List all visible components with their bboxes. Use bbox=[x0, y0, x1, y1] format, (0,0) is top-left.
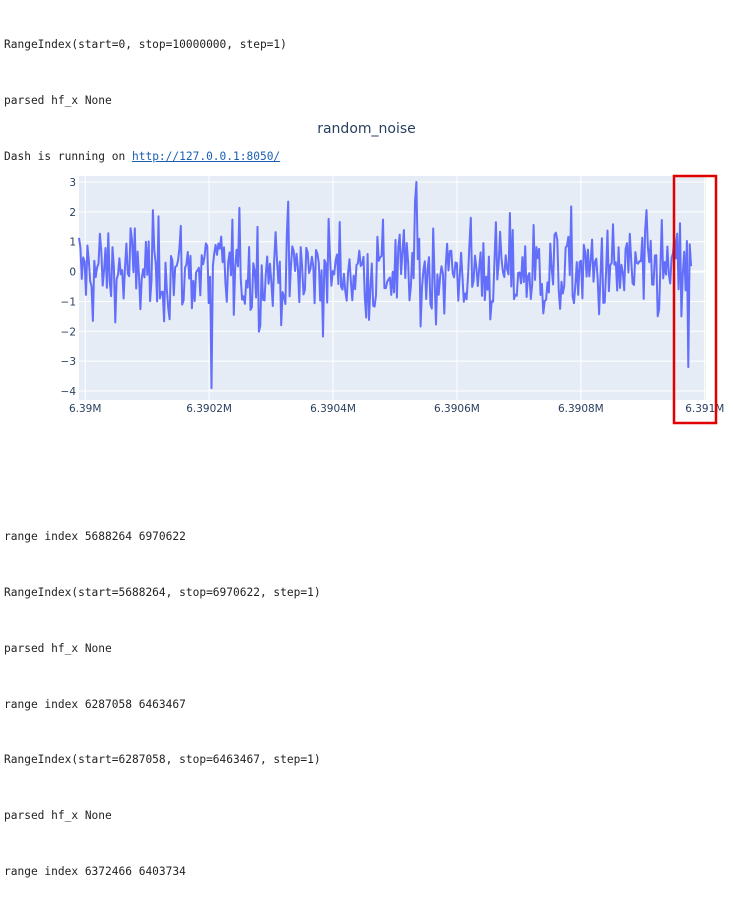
log-line: parsed hf_x None bbox=[4, 641, 112, 655]
y-tick-label: −2 bbox=[61, 326, 76, 338]
y-axis: 3 2 1 0 −1 −2 −3 −4 bbox=[61, 177, 77, 398]
y-tick-label: −1 bbox=[61, 296, 76, 308]
log-line: parsed hf_x None bbox=[4, 809, 112, 823]
y-tick-label: −4 bbox=[61, 386, 77, 398]
log-line: RangeIndex(start=5688264, stop=6970622, … bbox=[4, 585, 321, 599]
console-log-bottom: range index 5688264 6970622 RangeIndex(s… bbox=[4, 491, 321, 900]
x-tick-label: 6.3908M bbox=[558, 403, 604, 415]
log-line: range index 6287058 6463467 bbox=[4, 697, 186, 711]
y-tick-label: 2 bbox=[69, 207, 76, 219]
y-tick-label: −3 bbox=[61, 356, 76, 368]
y-tick-label: 3 bbox=[69, 177, 76, 189]
x-tick-label: 6.3902M bbox=[186, 403, 232, 415]
x-tick-label: 6.39M bbox=[69, 403, 101, 415]
x-tick-label: 6.3904M bbox=[310, 403, 356, 415]
log-line: RangeIndex(start=6287058, stop=6463467, … bbox=[4, 753, 321, 767]
log-line: range index 6372466 6403734 bbox=[4, 864, 186, 878]
x-tick-label: 6.391M bbox=[685, 403, 724, 415]
y-tick-label: 1 bbox=[69, 237, 76, 249]
x-tick-label: 6.3906M bbox=[434, 403, 480, 415]
x-axis: 6.39M 6.3902M 6.3904M 6.3906M 6.3908M 6.391M bbox=[69, 403, 724, 415]
log-line: range index 5688264 6970622 bbox=[4, 530, 186, 544]
y-tick-label: 0 bbox=[69, 267, 76, 279]
